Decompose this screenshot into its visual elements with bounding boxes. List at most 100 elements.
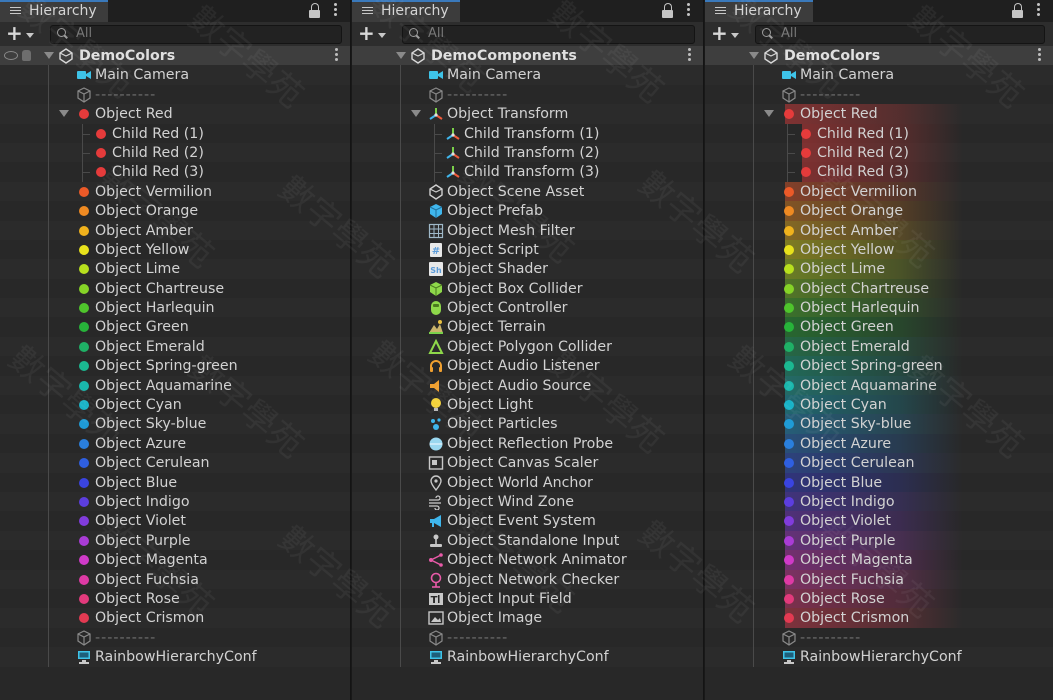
hierarchy-row[interactable]: RainbowHierarchyConf: [705, 647, 1053, 667]
hierarchy-row[interactable]: Object Audio Listener: [352, 356, 703, 376]
hierarchy-row[interactable]: Object Spring-green: [705, 356, 1053, 376]
more-options-icon[interactable]: [1037, 3, 1041, 19]
create-dropdown-button[interactable]: +: [6, 23, 40, 43]
hierarchy-row[interactable]: Object Fuchsia: [0, 569, 350, 589]
hierarchy-row[interactable]: Object Crismon: [0, 608, 350, 628]
hierarchy-row[interactable]: Object Event System: [352, 511, 703, 531]
hierarchy-row[interactable]: Object Aquamarine: [705, 375, 1053, 396]
hierarchy-row[interactable]: T Object Input Field: [352, 588, 703, 609]
hierarchy-row[interactable]: Object Fuchsia: [705, 569, 1053, 589]
hierarchy-row[interactable]: Object Violet: [0, 511, 350, 531]
separator-row[interactable]: ----------: [352, 84, 703, 105]
hierarchy-row[interactable]: Object Audio Source: [352, 375, 703, 396]
hierarchy-row[interactable]: Object Green: [0, 317, 350, 337]
visibility-eye-icon[interactable]: [4, 51, 18, 60]
hierarchy-row[interactable]: Object Harlequin: [0, 298, 350, 318]
hierarchy-row[interactable]: Object Sky-blue: [0, 414, 350, 434]
scene-menu-icon[interactable]: [688, 48, 691, 63]
hierarchy-row[interactable]: Object Amber: [705, 220, 1053, 240]
hierarchy-row[interactable]: Object Red: [705, 104, 1053, 124]
hierarchy-row[interactable]: Object Vermilion: [0, 181, 350, 202]
hierarchy-row[interactable]: Object Image: [352, 608, 703, 628]
hierarchy-row[interactable]: RainbowHierarchyConf: [352, 647, 703, 667]
hierarchy-row[interactable]: Object Mesh Filter: [352, 220, 703, 240]
tab-hierarchy[interactable]: Hierarchy: [705, 0, 813, 22]
hierarchy-row[interactable]: Object Orange: [705, 201, 1053, 221]
hierarchy-row[interactable]: Object Violet: [705, 511, 1053, 531]
hierarchy-row[interactable]: Object Prefab: [352, 201, 703, 221]
hierarchy-row[interactable]: Main Camera: [352, 65, 703, 85]
hierarchy-row[interactable]: Child Transform (3): [352, 162, 703, 182]
hierarchy-row[interactable]: Object Azure: [0, 433, 350, 454]
hierarchy-row[interactable]: Object Blue: [0, 472, 350, 492]
hierarchy-row[interactable]: Object Emerald: [705, 336, 1053, 357]
hierarchy-row[interactable]: Object Green: [705, 317, 1053, 337]
hierarchy-row[interactable]: Object Transform: [352, 104, 703, 124]
separator-row[interactable]: ----------: [352, 627, 703, 648]
hierarchy-row[interactable]: Object Blue: [705, 472, 1053, 492]
pickability-hand-icon[interactable]: [22, 50, 31, 61]
hierarchy-row[interactable]: Sh Object Shader: [352, 259, 703, 279]
hierarchy-row[interactable]: Child Red (3): [0, 162, 350, 182]
hierarchy-row[interactable]: Object Chartreuse: [0, 278, 350, 299]
hierarchy-row[interactable]: Object Lime: [0, 259, 350, 279]
hierarchy-row[interactable]: Main Camera: [705, 65, 1053, 85]
hierarchy-row[interactable]: Object Wind Zone: [352, 491, 703, 512]
hierarchy-row[interactable]: Object Rose: [0, 588, 350, 609]
hierarchy-row[interactable]: Object Aquamarine: [0, 375, 350, 396]
scene-row[interactable]: DemoComponents: [352, 46, 703, 66]
hierarchy-row[interactable]: Object Standalone Input: [352, 530, 703, 551]
hierarchy-row[interactable]: Child Transform (2): [352, 142, 703, 163]
hierarchy-row[interactable]: Child Red (2): [705, 142, 1053, 163]
separator-row[interactable]: ----------: [705, 627, 1053, 648]
separator-row[interactable]: ----------: [0, 84, 350, 105]
hierarchy-row[interactable]: Object Light: [352, 395, 703, 415]
create-dropdown-button[interactable]: +: [711, 23, 745, 43]
scene-menu-icon[interactable]: [335, 48, 338, 63]
expand-arrow-icon[interactable]: [396, 52, 406, 59]
hierarchy-row[interactable]: Child Red (1): [705, 123, 1053, 143]
hierarchy-row[interactable]: Object Particles: [352, 414, 703, 434]
hierarchy-row[interactable]: Object Purple: [705, 530, 1053, 551]
hierarchy-row[interactable]: Object Cyan: [705, 395, 1053, 415]
hierarchy-row[interactable]: Object Cerulean: [705, 453, 1053, 473]
expand-arrow-icon[interactable]: [411, 110, 421, 118]
more-options-icon[interactable]: [334, 3, 338, 19]
search-input[interactable]: All: [755, 25, 1045, 44]
hierarchy-row[interactable]: Object Scene Asset: [352, 181, 703, 202]
hierarchy-row[interactable]: Object Lime: [705, 259, 1053, 279]
hierarchy-row[interactable]: Object Spring-green: [0, 356, 350, 376]
tab-hierarchy[interactable]: Hierarchy: [0, 0, 108, 22]
hierarchy-row[interactable]: Main Camera: [0, 65, 350, 85]
scene-row[interactable]: DemoColors: [0, 46, 350, 66]
lock-icon[interactable]: [661, 3, 675, 18]
hierarchy-row[interactable]: Object Reflection Probe: [352, 433, 703, 454]
hierarchy-row[interactable]: Object Rose: [705, 588, 1053, 609]
hierarchy-row[interactable]: Object Yellow: [705, 239, 1053, 260]
hierarchy-row[interactable]: RainbowHierarchyConf: [0, 647, 350, 667]
lock-icon[interactable]: [308, 3, 322, 18]
hierarchy-row[interactable]: Object Indigo: [705, 491, 1053, 512]
hierarchy-row[interactable]: Object Controller: [352, 298, 703, 318]
hierarchy-row[interactable]: Object World Anchor: [352, 472, 703, 492]
hierarchy-row[interactable]: Object Crismon: [705, 608, 1053, 628]
hierarchy-row[interactable]: Object Box Collider: [352, 278, 703, 299]
hierarchy-row[interactable]: Object Chartreuse: [705, 278, 1053, 299]
hierarchy-row[interactable]: Object Vermilion: [705, 181, 1053, 202]
separator-row[interactable]: ----------: [705, 84, 1053, 105]
expand-arrow-icon[interactable]: [749, 52, 759, 59]
hierarchy-row[interactable]: # Object Script: [352, 239, 703, 260]
hierarchy-row[interactable]: Child Red (2): [0, 142, 350, 163]
hierarchy-row[interactable]: Object Network Animator: [352, 550, 703, 570]
hierarchy-row[interactable]: Object Network Checker: [352, 569, 703, 589]
hierarchy-row[interactable]: Object Magenta: [0, 550, 350, 570]
scene-menu-icon[interactable]: [1038, 48, 1041, 63]
create-dropdown-button[interactable]: +: [358, 23, 392, 43]
tab-hierarchy[interactable]: Hierarchy: [352, 0, 460, 22]
hierarchy-row[interactable]: Object Purple: [0, 530, 350, 551]
hierarchy-row[interactable]: Object Cyan: [0, 395, 350, 415]
hierarchy-row[interactable]: Object Azure: [705, 433, 1053, 454]
hierarchy-row[interactable]: Object Cerulean: [0, 453, 350, 473]
separator-row[interactable]: ----------: [0, 627, 350, 648]
lock-icon[interactable]: [1011, 3, 1025, 18]
